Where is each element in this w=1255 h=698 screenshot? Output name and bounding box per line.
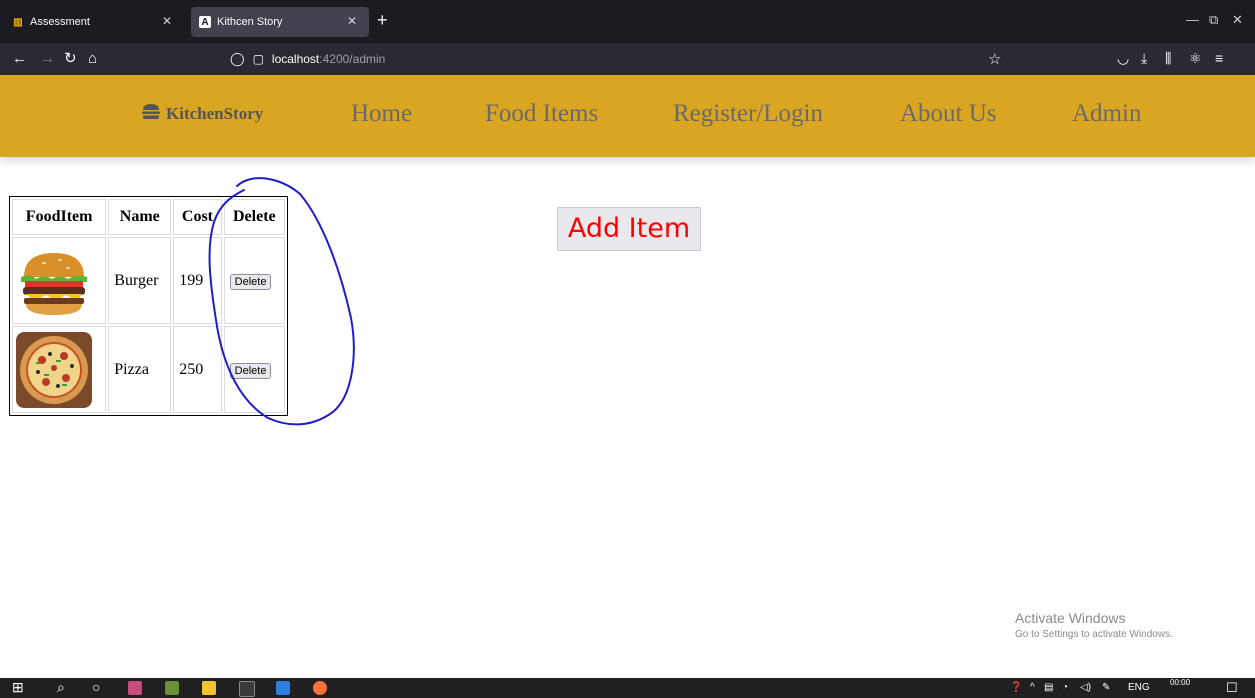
back-button[interactable]: ← (12, 49, 27, 69)
food-items-table: FoodItem Name Cost Delete Burger 199 Del… (9, 196, 288, 416)
nav-about-us[interactable]: About Us (900, 100, 997, 128)
angular-icon: A (199, 16, 211, 28)
page-icon: ▢ (252, 52, 264, 66)
food-image-cell (12, 237, 107, 324)
windows-taskbar: ⊞ ⌕ ○ ❓ ^ ▤ ◔ ◁) ✎ ENG 00:00 ☐ (0, 678, 1255, 698)
browser-tab-bar: ▥ Assessment ✕ A Kithcen Story ✕ + — ⧉ ✕ (0, 0, 1255, 43)
bookmark-star-icon[interactable]: ☆ (988, 50, 1001, 68)
column-header-name: Name (108, 199, 172, 235)
add-item-button[interactable]: Add Item (557, 207, 701, 251)
food-cost: 250 (173, 326, 222, 413)
terminal-icon[interactable] (239, 681, 255, 697)
table-row: Pizza 250 Delete (12, 326, 285, 413)
nav-home[interactable]: Home (351, 100, 412, 128)
notepad-icon[interactable] (165, 681, 179, 695)
tab-title: Kithcen Story (217, 16, 283, 28)
activate-windows-watermark: Activate Windows Go to Settings to activ… (1015, 610, 1173, 640)
tab-title: Assessment (30, 16, 90, 28)
url-path: :4200/admin (319, 52, 386, 66)
minimize-button[interactable]: — (1186, 12, 1199, 27)
url-host: localhost (271, 52, 320, 66)
pizza-image (16, 331, 92, 408)
tab-assessment[interactable]: ▥ Assessment ✕ (4, 7, 184, 37)
notification-icon[interactable]: ☐ (1226, 680, 1238, 696)
column-header-fooditem: FoodItem (12, 199, 107, 235)
column-header-cost: Cost (173, 199, 222, 235)
delete-cell: Delete (223, 237, 285, 324)
shield-icon: ◯ (230, 51, 245, 66)
new-tab-button[interactable]: + (377, 10, 388, 30)
url-bar[interactable]: ◯ ▢ localhost:4200/admin (222, 47, 1017, 71)
restore-button[interactable]: ⧉ (1209, 12, 1218, 28)
file-explorer-icon[interactable] (202, 681, 216, 695)
help-icon[interactable]: ❓ (1010, 680, 1022, 696)
library-icon[interactable]: ⫼ (1165, 50, 1171, 67)
food-name: Pizza (108, 326, 172, 413)
brand-logo[interactable]: KitchenStory (142, 104, 263, 124)
window-close-button[interactable]: ✕ (1232, 12, 1243, 28)
nav-food-items[interactable]: Food Items (485, 100, 598, 128)
clock[interactable]: 00:00 (1170, 678, 1190, 688)
browser-nav-bar: ← → ↻ ⌂ ◯ ▢ localhost:4200/admin ☆ ◡ ⤓ ⫼… (0, 43, 1255, 75)
language-indicator[interactable]: ENG (1128, 680, 1150, 696)
delete-button[interactable]: Delete (229, 273, 272, 290)
network-icon[interactable]: ▤ (1044, 680, 1053, 696)
delete-cell: Delete (223, 326, 285, 413)
firefox-icon[interactable] (313, 681, 327, 695)
wifi-icon[interactable]: ◔ (1062, 680, 1068, 696)
nav-register-login[interactable]: Register/Login (673, 100, 823, 128)
food-image-cell (12, 326, 107, 413)
watermark-subtitle: Go to Settings to activate Windows. (1015, 629, 1173, 640)
brand-name: KitchenStory (166, 104, 264, 123)
watermark-title: Activate Windows (1015, 610, 1126, 626)
nav-admin[interactable]: Admin (1072, 100, 1141, 128)
delete-button[interactable]: Delete (229, 362, 272, 379)
extension-icon[interactable]: ⚛ (1189, 50, 1202, 67)
table-header-row: FoodItem Name Cost Delete (12, 199, 285, 235)
tab-kitchen-story[interactable]: A Kithcen Story ✕ (191, 7, 369, 37)
git-icon: ▥ (13, 16, 23, 28)
vscode-icon[interactable] (276, 681, 290, 695)
home-button[interactable]: ⌂ (88, 49, 97, 69)
burger-icon (142, 104, 160, 124)
close-icon[interactable]: ✕ (347, 14, 357, 28)
cortana-icon[interactable]: ○ (92, 679, 100, 696)
pen-icon[interactable]: ✎ (1102, 680, 1110, 696)
forward-button[interactable]: → (40, 49, 55, 69)
table-row: Burger 199 Delete (12, 237, 285, 324)
food-name: Burger (108, 237, 172, 324)
windows-start-icon[interactable]: ⊞ (12, 679, 24, 696)
site-header: KitchenStory Home Food Items Register/Lo… (0, 75, 1255, 157)
chevron-up-icon[interactable]: ^ (1030, 680, 1035, 696)
burger-image (16, 242, 92, 319)
column-header-delete: Delete (223, 199, 285, 235)
search-icon[interactable]: ⌕ (57, 679, 65, 696)
menu-icon[interactable]: ≡ (1215, 50, 1223, 66)
pocket-icon[interactable]: ◡ (1117, 50, 1129, 67)
app-icon[interactable] (128, 681, 142, 695)
food-cost: 199 (173, 237, 222, 324)
close-icon[interactable]: ✕ (162, 14, 172, 28)
reload-button[interactable]: ↻ (64, 49, 77, 69)
volume-icon[interactable]: ◁) (1080, 680, 1091, 696)
downloads-icon[interactable]: ⤓ (1141, 50, 1147, 67)
